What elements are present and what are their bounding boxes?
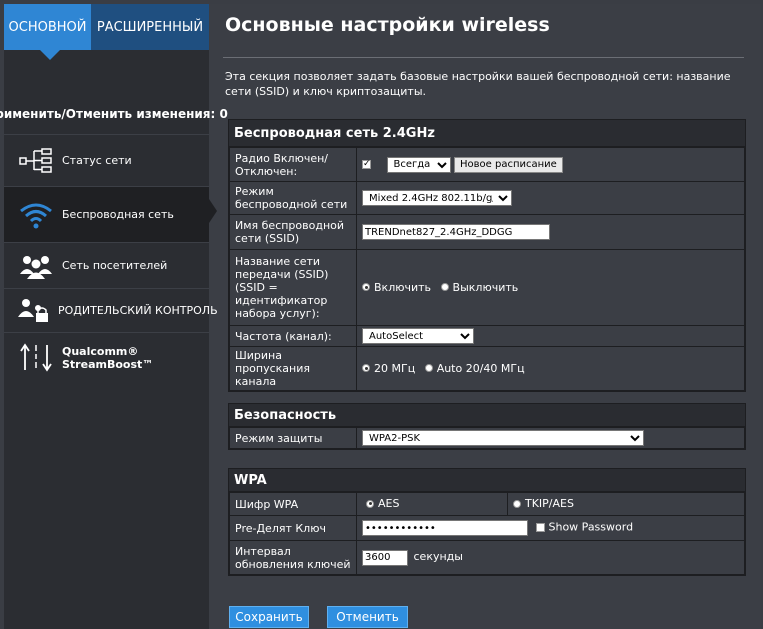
ssid-cell xyxy=(356,214,745,250)
sidebar-item-label: Qualcomm® StreamBoost™ xyxy=(62,345,153,371)
bandwidth-cell: 20 МГц Auto 20/40 МГц xyxy=(356,346,745,391)
radio-label-text: Выключить xyxy=(452,280,519,294)
streamboost-icon xyxy=(16,342,56,374)
cipher-tkip-radio[interactable]: TKIP/AES xyxy=(513,497,574,510)
show-password-checkbox[interactable] xyxy=(535,523,545,532)
radio-dot xyxy=(366,499,374,508)
section-header: Безопасность xyxy=(229,404,745,427)
psk-input[interactable] xyxy=(362,520,528,536)
parental-control-icon xyxy=(16,295,52,327)
cipher-aes-cell: AES xyxy=(356,492,508,516)
mode-label: Режим беспроводной сети xyxy=(229,181,357,215)
wpa-section: WPA Шифр WPA AES TKIP/AES Pre-Делят Ключ… xyxy=(228,468,746,576)
ssid-label: Имя беспроводной сети (SSID) xyxy=(229,214,357,250)
sidebar: ОСНОВНОЙ РАСШИРЕННЫЙ Применить/Отменить … xyxy=(0,4,228,629)
top-tabs: ОСНОВНОЙ РАСШИРЕННЫЙ xyxy=(4,4,209,60)
radio-dot xyxy=(362,364,370,373)
radio-dot xyxy=(440,283,449,292)
sidebar-item-label: Статус сети xyxy=(62,154,132,167)
apply-changes-link[interactable]: Применить/Отменить изменения: 0 xyxy=(0,100,228,128)
new-schedule-button[interactable]: Новое расписание xyxy=(454,156,563,173)
radio-dot xyxy=(424,364,433,373)
sidebar-item-label: РОДИТЕЛЬСКИЙ КОНТРОЛЬ xyxy=(58,304,218,317)
sidebar-item-label: Сеть посетителей xyxy=(62,259,168,272)
page-description: Эта секция позволяет задать базовые наст… xyxy=(225,70,731,98)
broadcast-label: Название сети передачи (SSID) (SSID = ид… xyxy=(229,249,357,326)
security-mode-label: Режим защиты xyxy=(229,427,357,449)
radio-label-text: Auto 20/40 МГц xyxy=(436,361,525,375)
radio-label-text: 20 МГц xyxy=(374,361,416,375)
mode-cell: Mixed 2.4GHz 802.11b/g/n xyxy=(356,181,745,215)
cancel-button[interactable]: Отменить xyxy=(327,606,408,628)
cipher-aes-radio[interactable]: AES xyxy=(366,497,399,510)
schedule-select[interactable]: Всегда xyxy=(386,156,451,173)
tab-basic[interactable]: ОСНОВНОЙ xyxy=(4,4,91,60)
broadcast-enable-radio[interactable]: Включить xyxy=(362,281,431,294)
radio-label-text: Включить xyxy=(374,280,432,294)
radio-label: Радио Включен/ Отключен: xyxy=(229,147,357,182)
sidebar-item-label: Беспроводная сеть xyxy=(62,208,174,221)
interval-input[interactable] xyxy=(362,549,408,566)
wireless-section: Беспроводная сеть 2.4GHz Радио Включен/ … xyxy=(228,119,746,392)
security-mode-select[interactable]: WPA2-PSK xyxy=(362,430,644,446)
network-status-icon xyxy=(16,145,56,177)
sidebar-item-network-status[interactable]: Статус сети xyxy=(4,134,209,186)
channel-cell: AutoSelect xyxy=(356,325,745,347)
section-header: WPA xyxy=(229,469,745,492)
tab-advanced[interactable]: РАСШИРЕННЫЙ xyxy=(91,4,209,50)
interval-unit: секунды xyxy=(413,550,463,563)
sidebar-item-wireless[interactable]: Беспроводная сеть xyxy=(4,186,217,242)
radio-enable-checkbox[interactable] xyxy=(362,158,371,171)
sidebar-item-parental-control[interactable]: РОДИТЕЛЬСКИЙ КОНТРОЛЬ xyxy=(4,288,218,332)
cipher-label: Шифр WPA xyxy=(229,492,357,516)
title-divider xyxy=(223,57,744,58)
cipher-tkip-cell: TKIP/AES xyxy=(507,492,745,516)
bw-20-radio[interactable]: 20 МГц xyxy=(362,362,415,375)
channel-label: Частота (канал): xyxy=(229,325,357,347)
show-password-label: Show Password xyxy=(548,520,634,534)
radio-cell: Всегда Новое расписание xyxy=(356,147,745,182)
ssid-input[interactable] xyxy=(362,224,550,240)
security-table: Режим защиты WPA2-PSK xyxy=(229,427,745,449)
save-button[interactable]: Сохранить xyxy=(229,606,309,628)
broadcast-disable-radio[interactable]: Выключить xyxy=(440,280,519,294)
bandwidth-label: Ширина пропускания канала xyxy=(229,346,357,391)
section-header: Беспроводная сеть 2.4GHz xyxy=(229,120,745,147)
bw-auto-radio[interactable]: Auto 20/40 МГц xyxy=(424,361,525,375)
wireless-mode-select[interactable]: Mixed 2.4GHz 802.11b/g/n xyxy=(362,190,512,206)
wireless-table: Радио Включен/ Отключен: Всегда Новое ра… xyxy=(229,147,745,391)
guest-network-icon xyxy=(16,250,56,282)
sidebar-menu: Статус сети Беспроводная сеть Сеть посет… xyxy=(4,134,218,382)
page-title: Основные настройки wireless xyxy=(225,14,550,36)
channel-select[interactable]: AutoSelect xyxy=(362,328,474,344)
streamboost-label-line2: StreamBoost™ xyxy=(62,357,154,371)
sidebar-item-guest-network[interactable]: Сеть посетителей xyxy=(4,242,209,288)
broadcast-cell: Включить Выключить xyxy=(356,249,745,326)
psk-label: Pre-Делят Ключ xyxy=(229,515,357,541)
radio-dot xyxy=(362,283,370,292)
security-mode-cell: WPA2-PSK xyxy=(356,427,745,449)
radio-label-text: AES xyxy=(378,497,400,511)
psk-cell: Show Password xyxy=(356,515,745,541)
security-section: Безопасность Режим защиты WPA2-PSK xyxy=(228,403,746,450)
app-frame: ОСНОВНОЙ РАСШИРЕННЫЙ Применить/Отменить … xyxy=(0,4,761,629)
radio-dot xyxy=(513,499,521,508)
streamboost-label-line1: Qualcomm® xyxy=(62,344,139,358)
wpa-table: Шифр WPA AES TKIP/AES Pre-Делят Ключ Sho… xyxy=(229,492,745,575)
radio-label-text: TKIP/AES xyxy=(525,497,574,511)
interval-label: Интервал обновления ключей xyxy=(229,540,357,575)
wifi-icon xyxy=(16,199,56,231)
sidebar-item-streamboost[interactable]: Qualcomm® StreamBoost™ xyxy=(4,332,209,382)
interval-cell: секунды xyxy=(356,540,745,575)
